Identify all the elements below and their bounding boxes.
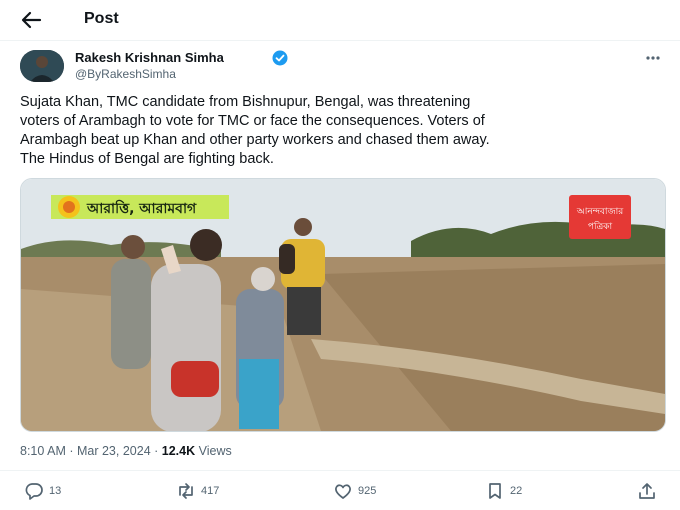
bookmark-icon bbox=[489, 483, 501, 499]
like-button[interactable]: 925 bbox=[333, 478, 376, 504]
avatar[interactable] bbox=[20, 50, 64, 82]
post-header: Post bbox=[0, 0, 680, 40]
reply-button[interactable]: 13 bbox=[24, 478, 61, 504]
verified-badge-icon bbox=[272, 50, 288, 66]
post-meta: 8:10 AM · Mar 23, 2024 · 12.4K Views bbox=[20, 444, 232, 458]
share-button[interactable] bbox=[637, 478, 662, 504]
back-button[interactable] bbox=[18, 8, 44, 32]
author-name[interactable]: Rakesh Krishnan Simha bbox=[75, 50, 224, 65]
post-time[interactable]: 8:10 AM bbox=[20, 444, 66, 458]
tweet-video[interactable]: আরাত্তি, আরামবাগ আনন্দবাজার পত্রিকা bbox=[20, 178, 666, 432]
tweet-line: voters of Arambagh to vote for TMC or fa… bbox=[20, 113, 485, 129]
tweet-line: The Hindus of Bengal are fighting back. bbox=[20, 151, 274, 167]
video-frame: আরাত্তি, আরামবাগ আনন্দবাজার পত্রিকা bbox=[21, 179, 665, 431]
like-count: 925 bbox=[358, 485, 377, 497]
tweet-line: Sujata Khan, TMC candidate from Bishnupu… bbox=[20, 94, 471, 110]
share-icon bbox=[639, 483, 655, 499]
news-logo-text: আনন্দবাজার bbox=[576, 207, 624, 217]
views-count: 12.4K bbox=[161, 444, 196, 458]
repost-button[interactable]: 417 bbox=[176, 478, 219, 504]
repost-count: 417 bbox=[201, 485, 220, 497]
like-icon bbox=[335, 484, 351, 499]
more-button[interactable] bbox=[640, 50, 666, 66]
reply-icon bbox=[25, 483, 43, 500]
post-date[interactable]: Mar 23, 2024 bbox=[77, 444, 151, 458]
page-title: Post bbox=[84, 10, 119, 27]
repost-icon bbox=[179, 483, 193, 499]
bookmark-button[interactable]: 22 bbox=[485, 478, 522, 504]
author-handle[interactable]: @ByRakeshSimha bbox=[75, 67, 176, 81]
news-logo-text: পত্রিকা bbox=[588, 221, 613, 232]
tweet-text: Sujata Khan, TMC candidate from Bishnupu… bbox=[20, 93, 670, 169]
views-label: Views bbox=[195, 444, 232, 458]
back-arrow-icon bbox=[21, 11, 42, 29]
header-divider bbox=[0, 40, 680, 41]
action-bar: 13 417 925 22 bbox=[0, 478, 680, 504]
bookmark-count: 22 bbox=[510, 485, 523, 497]
location-caption: আরাত্তি, আরামবাগ bbox=[86, 199, 197, 217]
meta-separator: · bbox=[65, 444, 77, 458]
meta-separator: · bbox=[150, 444, 162, 458]
tweet-line: Arambagh beat up Khan and other party wo… bbox=[20, 132, 490, 148]
more-icon bbox=[646, 56, 660, 60]
reply-count: 13 bbox=[49, 485, 62, 497]
meta-divider bbox=[0, 470, 680, 471]
